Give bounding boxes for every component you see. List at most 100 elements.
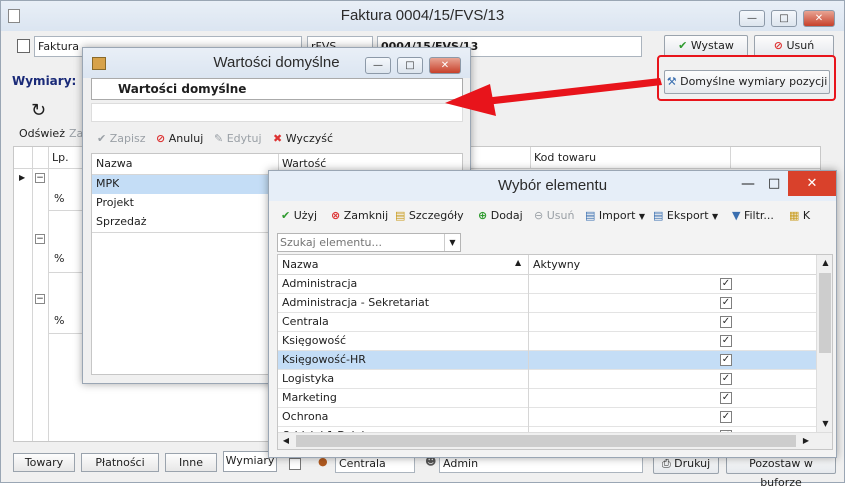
chooser-minimize-button[interactable]: — — [741, 176, 755, 192]
table-row[interactable]: Ochrona ✓ — [278, 408, 816, 427]
default-dimensions-button[interactable]: ⚒ Domyślne wymiary pozycji — [664, 70, 830, 94]
eksport-button[interactable]: ▤ Eksport ▼ — [653, 208, 718, 225]
clear-icon: ✖ — [273, 132, 283, 145]
defaults-close-button[interactable]: ✕ — [429, 57, 461, 74]
percent-cell: % — [54, 192, 65, 205]
wyczysc-button[interactable]: ✖ Wyczyść — [273, 131, 333, 147]
active-checkbox[interactable]: ✓ — [720, 278, 732, 290]
row-name: Księgowość — [282, 334, 346, 347]
chooser-maximize-button[interactable]: □ — [768, 176, 780, 191]
minimize-button[interactable]: — — [739, 10, 765, 27]
zamknij-button[interactable]: ⊗ Zamknij — [331, 208, 388, 224]
active-checkbox[interactable]: ✓ — [720, 316, 732, 328]
szczegoly-button[interactable]: ▤ Szczegóły — [395, 208, 464, 224]
app-icon — [8, 9, 20, 23]
table-row[interactable]: Księgowość ✓ — [278, 332, 816, 351]
chooser-close-button[interactable]: ✕ — [788, 171, 836, 196]
search-box[interactable]: ▼ — [277, 233, 461, 252]
usun-toolbar-button[interactable]: ⊖ Usuń — [534, 208, 574, 224]
cancel-icon: ⊘ — [156, 132, 166, 145]
list-item[interactable]: Sprzedaż — [92, 213, 278, 232]
scroll-right-icon[interactable]: ▶ — [798, 433, 814, 449]
wymiary-label: Wymiary: — [12, 74, 77, 88]
dropdown-arrow-icon: ▼ — [712, 212, 719, 221]
defaults-maximize-button[interactable]: □ — [397, 57, 423, 74]
horizontal-scrollbar[interactable]: ◀ ▶ — [278, 432, 832, 449]
usun-button[interactable]: ⊘ Usuń — [754, 35, 834, 57]
row-name: Centrala — [282, 315, 329, 328]
close-button[interactable]: ✕ — [803, 10, 835, 27]
active-checkbox[interactable]: ✓ — [720, 411, 732, 423]
scroll-down-icon[interactable]: ▼ — [817, 416, 832, 432]
defaults-window-title: Wartości domyślne — [213, 54, 340, 71]
collapse-icon[interactable]: − — [35, 234, 45, 244]
table-row[interactable]: Administracja - Sekretariat ✓ — [278, 294, 816, 313]
delete-icon: ⊘ — [773, 39, 783, 52]
row-name: Logistyka — [282, 372, 335, 385]
checkmark-icon: ✔ — [97, 132, 107, 145]
zapisz-button[interactable]: ✔ Zapisz — [97, 131, 146, 147]
row-name: Ochrona — [282, 410, 329, 423]
vertical-scrollbar[interactable]: ▲ ▼ — [816, 255, 832, 432]
filter-icon: ▼ — [732, 209, 741, 222]
scroll-up-icon[interactable]: ▲ — [817, 255, 832, 271]
row-name: Administracja - Sekretariat — [282, 296, 430, 309]
refresh-icon[interactable]: ↻ — [31, 102, 46, 120]
table-row[interactable]: Administracja ✓ — [278, 275, 816, 294]
scrollbar-thumb[interactable] — [819, 273, 831, 353]
pencil-icon: ✎ — [214, 132, 224, 145]
tab-inne[interactable]: Inne — [165, 453, 217, 472]
uzyj-button[interactable]: ✔ Użyj — [281, 208, 317, 224]
tab-towary[interactable]: Towary — [13, 453, 75, 472]
import-icon: ▤ — [585, 209, 596, 222]
sort-ascending-icon: ▲ — [515, 258, 522, 267]
import-button[interactable]: ▤ Import ▼ — [585, 208, 645, 225]
percent-cell: % — [54, 252, 65, 265]
active-checkbox[interactable]: ✓ — [720, 392, 732, 404]
checkmark-icon: ✔ — [678, 39, 688, 52]
anuluj-button[interactable]: ⊘ Anuluj — [156, 131, 203, 147]
column-header-nazwa[interactable]: Nazwa — [282, 256, 318, 274]
collapse-icon[interactable]: − — [35, 173, 45, 183]
details-icon: ▤ — [395, 209, 406, 222]
chooser-window-title: Wybór elementu — [497, 177, 608, 194]
scrollbar-thumb[interactable] — [296, 435, 796, 447]
maximize-button[interactable]: □ — [771, 10, 797, 27]
chooser-window: Wybór elementu — □ ✕ ✔ Użyj ⊗ Zamknij ▤ … — [268, 170, 837, 458]
wystaw-button[interactable]: ✔ Wystaw — [664, 35, 748, 57]
wrench-icon: ⚒ — [666, 75, 677, 88]
dodaj-button[interactable]: ⊕ Dodaj — [478, 208, 523, 224]
active-checkbox[interactable]: ✓ — [720, 373, 732, 385]
scroll-left-icon[interactable]: ◀ — [278, 433, 294, 449]
export-icon: ▤ — [653, 209, 664, 222]
table-row[interactable]: Centrala ✓ — [278, 313, 816, 332]
grid-header-lp: Lp. — [52, 151, 69, 164]
active-checkbox[interactable]: ✓ — [720, 354, 732, 366]
defaults-minimize-button[interactable]: — — [365, 57, 391, 74]
edytuj-button[interactable]: ✎ Edytuj — [214, 131, 262, 147]
collapse-icon[interactable]: − — [35, 294, 45, 304]
calendar-icon — [289, 458, 301, 470]
table-row[interactable]: Marketing ✓ — [278, 389, 816, 408]
list-item[interactable]: MPK — [92, 175, 278, 194]
defaults-info-strip — [91, 103, 463, 122]
list-item[interactable]: Projekt — [92, 194, 278, 213]
search-input[interactable] — [280, 235, 440, 250]
tab-platnosci[interactable]: Płatności — [81, 453, 159, 472]
grid-header-kod: Kod towaru — [534, 151, 597, 164]
k-button-fragment[interactable]: ▦ K — [789, 208, 810, 224]
column-header-aktywny[interactable]: Aktywny — [533, 256, 580, 274]
columns-icon: ▦ — [789, 209, 800, 222]
table-row[interactable]: Księgowość-HR ✓ — [278, 351, 816, 370]
table-row[interactable]: Logistyka ✓ — [278, 370, 816, 389]
odswiez-label[interactable]: Odśwież — [19, 127, 65, 140]
active-checkbox[interactable]: ✓ — [720, 297, 732, 309]
add-icon: ⊕ — [478, 209, 488, 222]
filtr-button[interactable]: ▼ Filtr... — [732, 208, 774, 224]
active-checkbox[interactable]: ✓ — [720, 335, 732, 347]
close-icon: ⊗ — [331, 209, 341, 222]
defaults-app-icon — [92, 57, 106, 70]
column-header-nazwa[interactable]: Nazwa — [96, 155, 132, 173]
checkmark-icon: ✔ — [281, 209, 291, 222]
dropdown-arrow-icon[interactable]: ▼ — [444, 234, 460, 251]
